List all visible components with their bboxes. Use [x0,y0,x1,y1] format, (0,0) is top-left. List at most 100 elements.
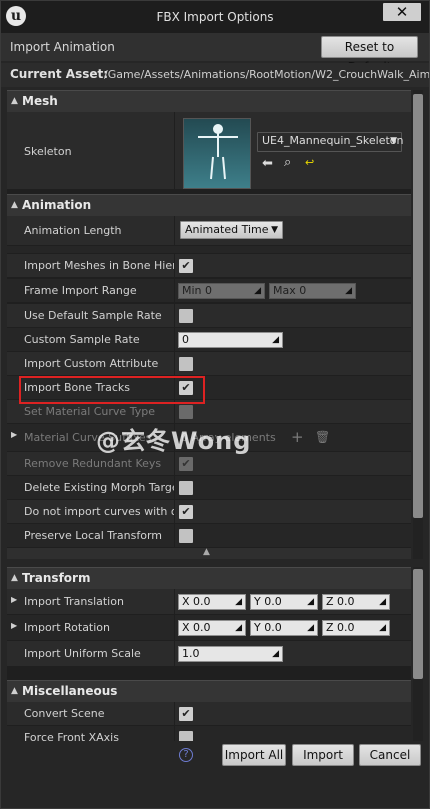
import-button[interactable]: Import [292,744,354,766]
divider [174,726,175,741]
custom-sample-rate-field[interactable]: 0 ◢ [178,332,283,348]
translation-x-value: X 0.0 [182,595,211,608]
use-selected-arrow-icon[interactable]: ⬅ [262,156,273,171]
title-bar[interactable]: u FBX Import Options ✕ [1,1,429,33]
options-scrollbar[interactable] [413,90,423,559]
collapse-arrow-icon: ▲ [11,200,18,210]
section-mesh[interactable]: ▲ Mesh [7,90,411,112]
force-front-xaxis-checkbox[interactable] [179,731,193,741]
section-transform[interactable]: ▲ Transform [7,567,411,589]
import-uniform-scale-label: Import Uniform Scale [24,647,141,660]
help-icon[interactable]: ? [179,748,193,762]
import-meshes-checkbox[interactable]: ✔ [179,259,193,273]
default-sample-rate-checkbox[interactable] [179,309,193,323]
uniform-scale-field[interactable]: 1.0 ◢ [178,646,283,662]
translation-z-value: Z 0.0 [326,595,355,608]
convert-scene-checkbox[interactable]: ✔ [179,707,193,721]
cancel-button[interactable]: Cancel [359,744,421,766]
translation-y-field[interactable]: Y 0.0 ◢ [250,594,318,610]
section-title: Mesh [22,94,58,108]
remove-redundant-keys-checkbox[interactable]: ✔ [179,457,193,471]
delete-morph-target-checkbox[interactable] [179,481,193,495]
import-meshes-label: Import Meshes in Bone Hierar [24,259,174,272]
translation-z-field[interactable]: Z 0.0 ◢ [322,594,390,610]
options-panel[interactable]: ▲ Mesh Skeleton UE4_Mannequin_Skeleton ▼… [7,90,411,559]
skeleton-dropdown[interactable]: UE4_Mannequin_Skeleton ▼ [257,132,404,152]
import-rotation-label: Import Rotation [24,621,111,634]
reset-arrow-icon[interactable]: ↩ [305,156,314,169]
divider [174,279,175,302]
highlight-box [19,376,205,404]
rotation-z-field[interactable]: Z 0.0 ◢ [322,620,390,636]
scrollbar-thumb[interactable] [413,569,423,679]
divider [174,589,175,614]
section-miscellaneous[interactable]: ▲ Miscellaneous [7,680,411,702]
skeleton-thumbnail[interactable] [183,118,251,189]
divider [174,702,175,725]
import-type-header: Import Animation Reset to Default [1,33,429,74]
custom-attribute-checkbox[interactable] [179,357,193,371]
row-import-translation: ▶ Import Translation X 0.0 ◢ Y 0.0 ◢ Z 0.0… [7,589,411,615]
preserve-local-transform-checkbox[interactable] [179,529,193,543]
options-panel-lower[interactable]: ▲ Transform ▶ Import Translation X 0.0 ◢ … [7,567,411,741]
lower-scrollbar[interactable] [413,567,423,741]
rotation-x-value: X 0.0 [182,621,211,634]
import-all-button[interactable]: Import All [222,744,286,766]
add-element-icon[interactable]: + [291,428,304,446]
row-default-sample-rate: Use Default Sample Rate [7,304,411,328]
rotation-y-field[interactable]: Y 0.0 ◢ [250,620,318,636]
row-dont-import-curves: Do not import curves with only ✔ [7,500,411,524]
close-button[interactable]: ✕ [383,3,421,21]
section-title: Transform [22,571,91,585]
divider [174,216,175,245]
skeleton-value: UE4_Mannequin_Skeleton [262,134,404,147]
row-custom-sample-rate: Custom Sample Rate 0 ◢ [7,328,411,352]
divider [174,476,175,499]
collapse-arrow-icon: ▲ [11,96,18,106]
frame-min-field[interactable]: Min 0 ◢ [178,283,265,299]
frame-import-range-label: Frame Import Range [24,284,137,297]
frame-max-field[interactable]: Max 0 ◢ [269,283,356,299]
row-preserve-local-transform: Preserve Local Transform [7,524,411,548]
row-custom-attribute: Import Custom Attribute [7,352,411,376]
current-asset-label: Current Asset: [10,67,109,81]
dont-import-curves-checkbox[interactable]: ✔ [179,505,193,519]
material-curve-type-checkbox[interactable] [179,405,193,419]
mannequin-icon [198,124,238,180]
browse-search-icon[interactable]: ⌕ [284,155,291,170]
divider [174,304,175,327]
rotation-z-value: Z 0.0 [326,621,355,634]
divider [174,254,175,277]
divider [174,352,175,375]
row-import-meshes: Import Meshes in Bone Hierar ✔ [7,254,411,278]
rotation-x-field[interactable]: X 0.0 ◢ [178,620,246,636]
collapse-arrow-icon: ▲ [11,573,18,583]
watermark: @玄冬Wong [96,427,252,455]
spacer [7,246,411,254]
divider [174,500,175,523]
remove-redundant-keys-label: Remove Redundant Keys [24,457,162,470]
animation-length-dropdown[interactable]: Animated Time ▼ [180,221,283,239]
footer-bar: ? Import All Import Cancel [1,742,429,782]
reset-to-default-button[interactable]: Reset to Default [321,36,418,74]
frame-min-value: Min 0 [182,284,213,297]
divider [174,641,175,666]
section-animation[interactable]: ▲ Animation [7,194,411,216]
scrollbar-thumb[interactable] [413,94,423,518]
animation-length-label: Animation Length [24,224,122,237]
expand-arrow-icon[interactable]: ▶ [11,621,17,630]
translation-x-field[interactable]: X 0.0 ◢ [178,594,246,610]
frame-max-value: Max 0 [273,284,307,297]
row-convert-scene: Convert Scene ✔ [7,702,411,726]
expand-arrow-icon[interactable]: ▶ [11,430,17,439]
advanced-expander[interactable]: ▲ [7,547,411,559]
delete-trash-icon[interactable]: 🗑 [315,430,330,444]
custom-sample-rate-label: Custom Sample Rate [24,333,140,346]
convert-scene-label: Convert Scene [24,707,105,720]
advanced-up-arrow-icon: ▲ [203,547,210,557]
preserve-local-transform-label: Preserve Local Transform [24,529,163,542]
divider [174,112,175,189]
expand-arrow-icon[interactable]: ▶ [11,595,17,604]
default-sample-rate-label: Use Default Sample Rate [24,309,162,322]
row-force-front-xaxis: Force Front XAxis [7,726,411,741]
